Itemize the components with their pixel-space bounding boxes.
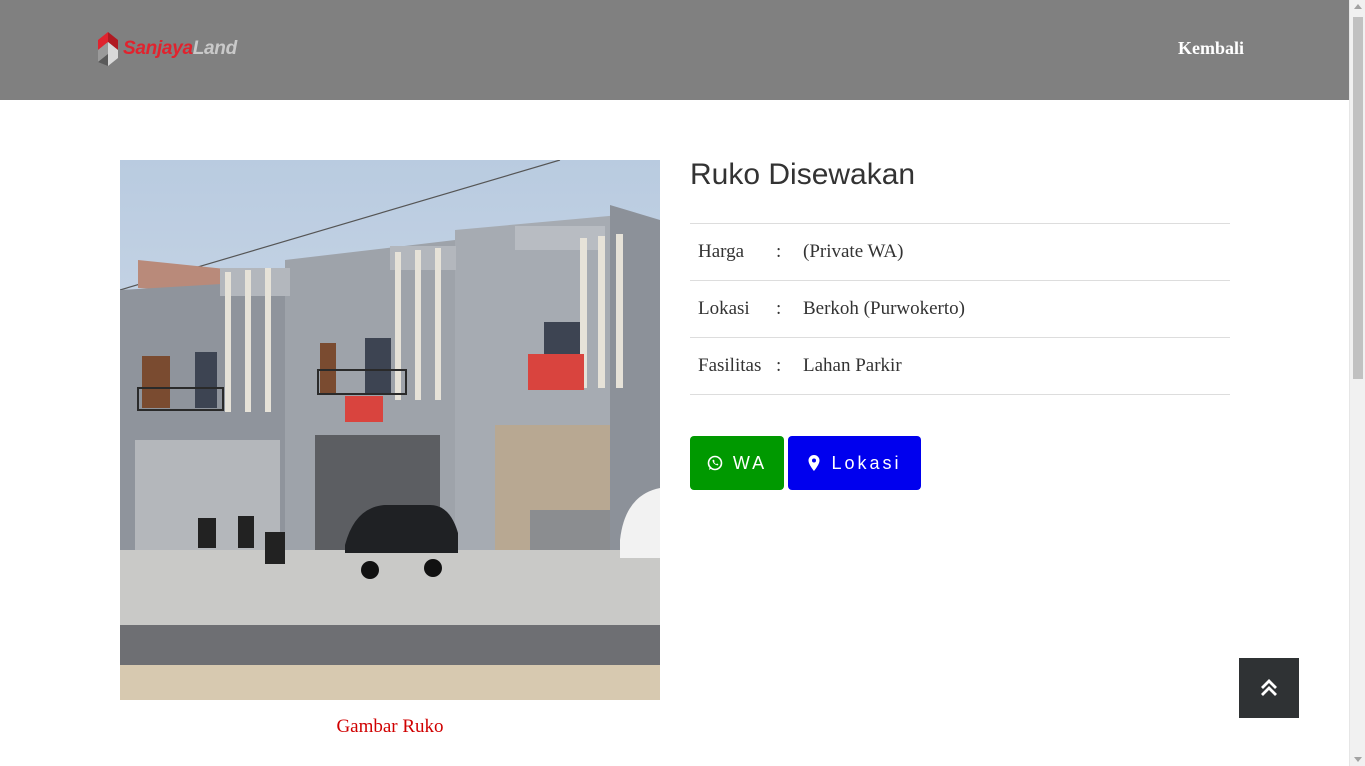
detail-row-location: Lokasi : Berkoh (Purwokerto)	[690, 281, 1230, 338]
detail-label: Fasilitas	[698, 355, 762, 376]
listing-title: Ruko Disewakan	[690, 158, 916, 191]
double-chevron-up-icon	[1261, 679, 1277, 696]
logo[interactable]: SanjayaLand	[96, 28, 237, 70]
detail-value: Lahan Parkir	[803, 355, 902, 376]
detail-separator: :	[776, 298, 782, 319]
detail-value: (Private WA)	[803, 241, 904, 262]
logo-text: SanjayaLand	[123, 38, 237, 60]
logo-text-secondary: Land	[192, 38, 237, 59]
detail-row-price: Harga : (Private WA)	[690, 224, 1230, 281]
scroll-up-arrow-icon[interactable]	[1354, 4, 1362, 9]
whatsapp-button[interactable]: WA	[690, 436, 784, 490]
detail-label: Lokasi	[698, 298, 750, 319]
location-button-label: Lokasi	[831, 452, 902, 473]
detail-separator: :	[776, 355, 782, 376]
whatsapp-icon	[707, 455, 723, 471]
detail-label: Harga	[698, 241, 745, 262]
listing-details-table: Harga : (Private WA) Lokasi : Berkoh (Pu…	[690, 223, 1230, 395]
detail-value: Berkoh (Purwokerto)	[803, 298, 965, 319]
back-link[interactable]: Kembali	[1178, 38, 1244, 59]
detail-row-facilities: Fasilitas : Lahan Parkir	[690, 338, 1230, 395]
property-photo	[120, 160, 660, 700]
navbar: SanjayaLand Kembali	[0, 0, 1349, 100]
map-marker-icon	[808, 455, 820, 471]
scroll-down-arrow-icon[interactable]	[1354, 757, 1362, 762]
photo-caption: Gambar Ruko	[336, 716, 444, 737]
scrollbar[interactable]	[1349, 0, 1365, 766]
shophouse-photo-illustration	[120, 160, 660, 700]
sanjaya-logo-icon	[98, 32, 118, 66]
location-button[interactable]: Lokasi	[788, 436, 921, 490]
whatsapp-button-label: WA	[732, 452, 768, 473]
logo-text-primary: Sanjaya	[123, 38, 193, 59]
scrollbar-thumb[interactable]	[1353, 17, 1363, 379]
detail-separator: :	[776, 241, 782, 262]
back-to-top-button[interactable]	[1239, 658, 1299, 718]
